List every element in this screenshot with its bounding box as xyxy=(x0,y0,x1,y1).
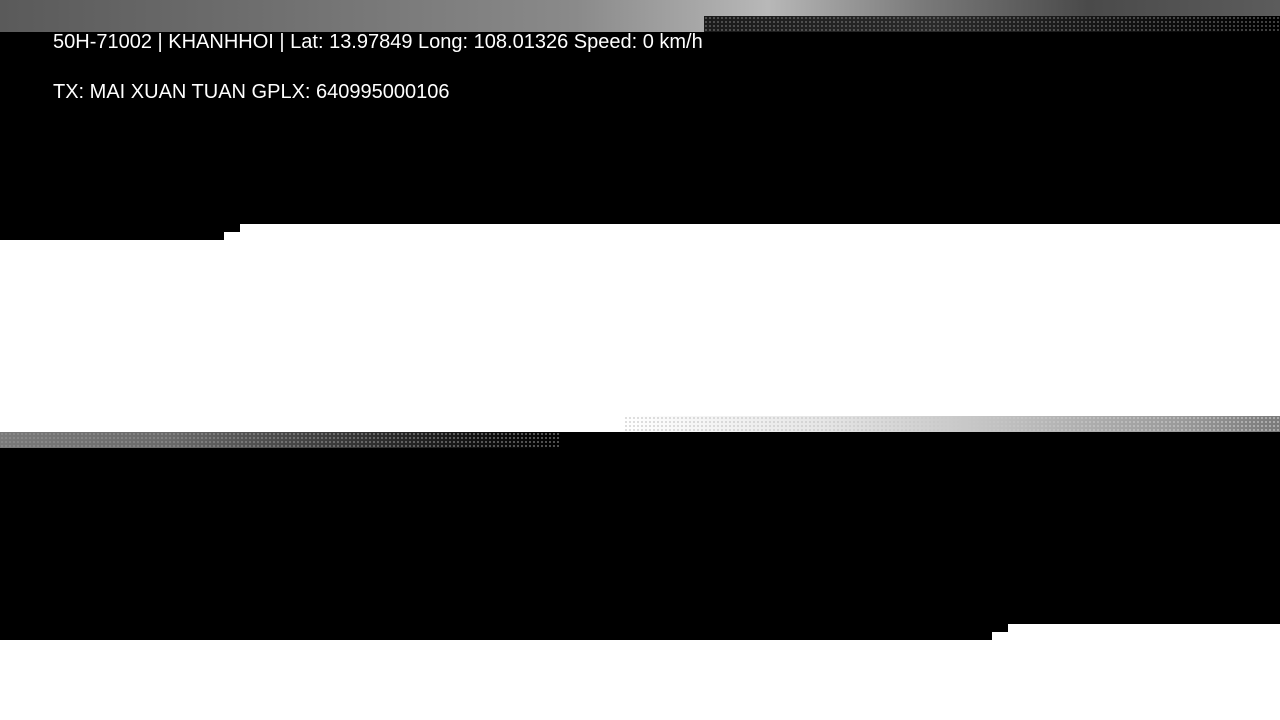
mask-block-top-edge xyxy=(0,224,224,240)
mask-block-bottom xyxy=(0,432,1280,624)
camera-image-band-right xyxy=(624,416,1280,432)
driver-info-overlay: TX: MAI XUAN TUAN GPLX: 640995000106 xyxy=(53,81,450,103)
vehicle-info-overlay: 50H-71002 | KHANHHOI | Lat: 13.97849 Lon… xyxy=(53,31,703,53)
camera-image-dither xyxy=(704,16,1280,32)
mask-block-top xyxy=(0,32,1280,224)
mask-block-top-step xyxy=(224,224,240,232)
mask-block-bottom-step xyxy=(992,624,1008,632)
blank-band xyxy=(0,240,1280,416)
camera-frame: 50H-71002 | KHANHHOI | Lat: 13.97849 Lon… xyxy=(0,0,1280,720)
camera-image-band-left xyxy=(0,432,560,448)
mask-block-bottom-edge xyxy=(0,624,992,640)
